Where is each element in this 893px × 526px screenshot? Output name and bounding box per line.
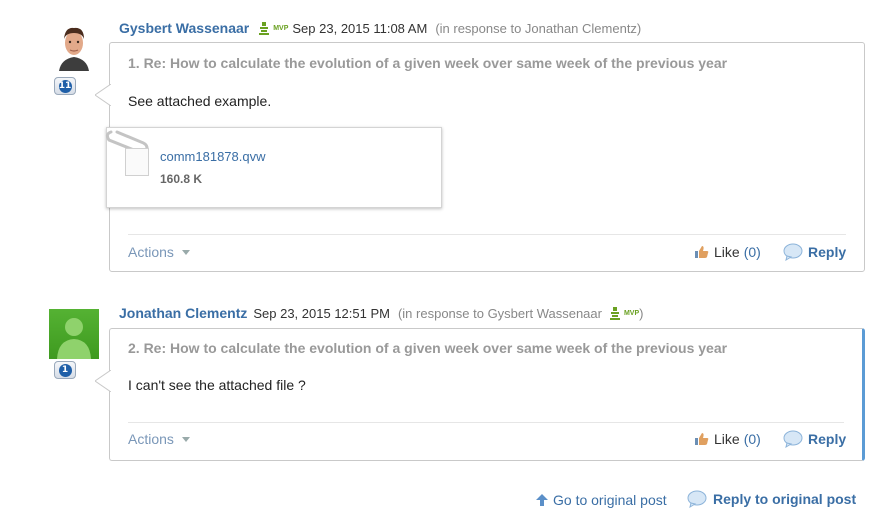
author-name-link[interactable]: Jonathan Clementz <box>119 305 247 321</box>
file-icon <box>125 148 149 176</box>
post-body: I can't see the attached file ? <box>128 377 306 393</box>
reply-to-original-label: Reply to original post <box>713 491 857 507</box>
reply-button[interactable]: Reply <box>783 430 846 448</box>
speech-bubble-icon <box>783 243 803 261</box>
author-name-link[interactable]: Gysbert Wassenaar <box>119 20 249 36</box>
author-photo-icon <box>49 21 99 71</box>
rank-badge: 11 <box>54 77 76 95</box>
like-label: Like <box>714 431 740 447</box>
like-button[interactable]: Like (0) <box>695 431 761 447</box>
post-body: See attached example. <box>128 93 272 109</box>
rank-number: 1 <box>58 363 72 377</box>
attachment-size: 160.8 K <box>160 172 203 186</box>
divider <box>128 234 846 235</box>
arrow-up-icon <box>536 494 548 506</box>
mvp-badge: MVP <box>623 309 640 317</box>
chevron-down-icon <box>181 436 190 442</box>
in-response-to[interactable]: (in response to Gysbert Wassenaar <box>398 306 602 321</box>
bubble-tail <box>95 370 111 392</box>
bubble-tail <box>95 84 111 106</box>
author-avatar[interactable] <box>49 21 99 71</box>
actions-menu[interactable]: Actions <box>128 244 190 260</box>
rank-badge: 1 <box>54 361 76 379</box>
like-label: Like <box>714 244 740 260</box>
post-meta: Gysbert Wassenaar MVP Sep 23, 2015 11:08… <box>119 19 641 37</box>
speech-bubble-icon <box>687 490 707 508</box>
attachment-link[interactable]: comm181878.qvw <box>160 149 266 164</box>
thumbs-up-icon <box>695 246 709 258</box>
reply-to-original-post-button[interactable]: Reply to original post <box>687 490 856 508</box>
champion-icon <box>609 306 620 320</box>
response-close: ) <box>639 305 644 321</box>
post-bubble: 2. Re: How to calculate the evolution of… <box>95 328 865 461</box>
post-1: 11 Gysbert Wassenaar MVP Sep 23, 2015 11… <box>0 0 893 290</box>
post-date: Sep 23, 2015 12:51 PM <box>253 305 390 321</box>
like-count[interactable]: (0) <box>744 244 761 260</box>
reply-button[interactable]: Reply <box>783 243 846 261</box>
post-2: 1 Jonathan Clementz Sep 23, 2015 12:51 P… <box>0 290 893 470</box>
in-response-to[interactable]: (in response to Jonathan Clementz) <box>435 21 641 36</box>
divider <box>128 422 844 423</box>
champion-icon <box>259 21 270 35</box>
like-count[interactable]: (0) <box>744 431 761 447</box>
post-date: Sep 23, 2015 11:08 AM <box>292 20 428 36</box>
go-to-original-post-link[interactable]: Go to original post <box>536 492 667 508</box>
actions-label: Actions <box>128 244 174 260</box>
reply-label: Reply <box>808 431 847 447</box>
author-avatar[interactable] <box>49 309 99 359</box>
reply-label: Reply <box>808 244 847 260</box>
default-user-icon <box>57 318 91 359</box>
actions-menu[interactable]: Actions <box>128 431 190 447</box>
like-button[interactable]: Like (0) <box>695 244 761 260</box>
chevron-down-icon <box>181 249 190 255</box>
post-subject: 2. Re: How to calculate the evolution of… <box>128 340 728 356</box>
rank-number: 11 <box>58 79 72 93</box>
actions-label: Actions <box>128 431 174 447</box>
mvp-badge: MVP <box>273 24 289 32</box>
speech-bubble-icon <box>783 430 803 448</box>
attachment-card: comm181878.qvw 160.8 K <box>105 127 442 208</box>
post-subject: 1. Re: How to calculate the evolution of… <box>128 55 728 71</box>
thumbs-up-icon <box>695 433 709 445</box>
post-meta: Jonathan Clementz Sep 23, 2015 12:51 PM … <box>119 304 643 322</box>
go-to-original-label: Go to original post <box>553 492 667 508</box>
